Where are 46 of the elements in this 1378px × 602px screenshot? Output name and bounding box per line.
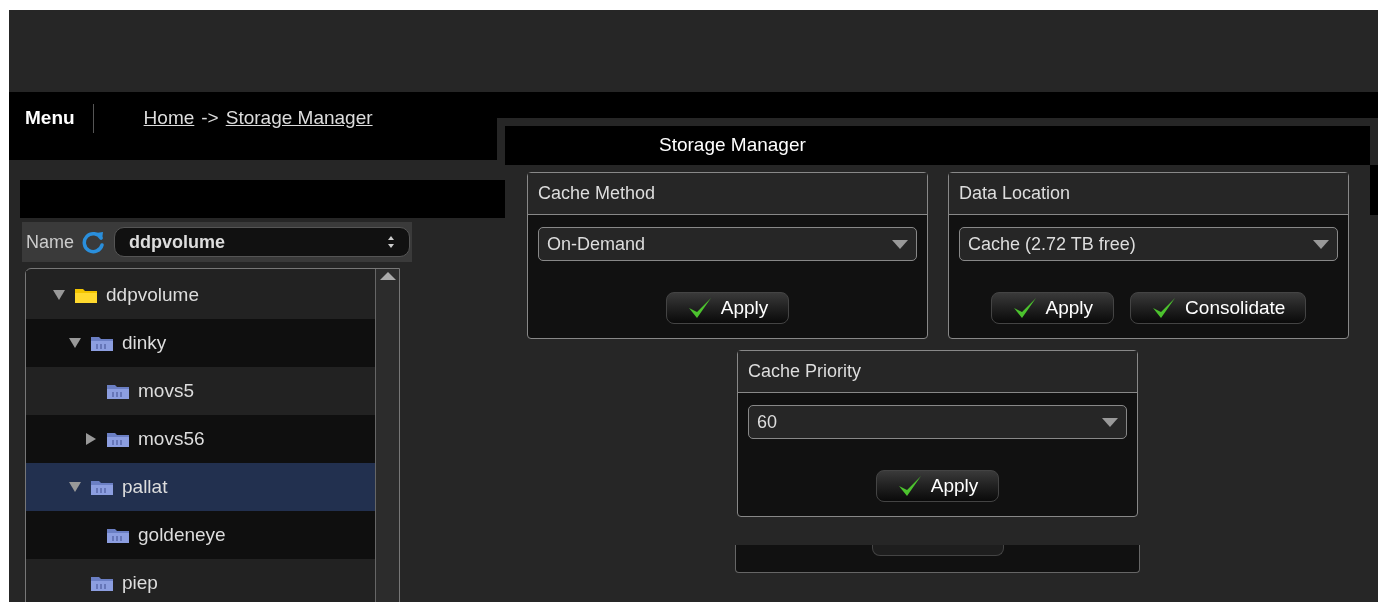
name-label: Name [26,230,74,254]
stepper-icon [387,235,395,249]
breadcrumb-separator: -> [201,106,219,130]
breadcrumb-link[interactable]: Home [143,104,195,133]
page-title: Storage Manager [659,133,806,158]
apply-button[interactable]: Apply [990,292,1115,324]
apply-button[interactable]: Apply [665,292,790,324]
breadcrumb-link[interactable]: Storage Manager [225,104,373,133]
network-folder-icon [90,574,114,592]
tree-row[interactable]: dinky [26,319,375,367]
dropdown[interactable]: 60 [748,405,1127,439]
tree-item-label: piep [122,570,158,595]
tree-item-label: movs5 [138,378,194,403]
tree-item-label: pallat [122,474,168,499]
expanded-arrow-icon[interactable] [52,289,66,301]
panel-title: Data Location [959,182,1071,205]
apply-button[interactable]: Consolidate [1130,292,1307,324]
network-folder-icon [106,430,130,448]
dropdown[interactable]: On-Demand [538,227,917,261]
expanded-arrow-icon[interactable] [68,337,82,349]
tree-item-label: ddpvolume [106,282,199,307]
dropdown-arrow-icon [1313,239,1329,249]
volume-dropdown[interactable]: ddpvolume [114,227,410,257]
tree-item-label: movs56 [138,426,205,451]
network-folder-icon [90,334,114,352]
network-folder-icon [106,526,130,544]
network-folder-icon [106,382,130,400]
tree-item-label: dinky [122,330,167,355]
bar-fragment [1370,165,1378,215]
dropdown-arrow-icon [1102,417,1118,427]
panel-title: Cache Priority [748,360,862,383]
expanded-arrow-icon[interactable] [68,481,82,493]
tree-row[interactable]: movs56 [26,415,375,463]
tree-row[interactable]: pallat [26,463,375,511]
panel-title: Cache Method [538,182,656,205]
folder-icon [74,286,98,304]
dropdown[interactable]: Cache (2.72 TB free) [959,227,1338,261]
scrollbar[interactable] [375,269,399,602]
network-folder-icon [90,478,114,496]
collapsed-arrow-icon[interactable] [84,432,98,446]
dropdown-arrow-icon [892,239,908,249]
tree-row[interactable]: goldeneye [26,511,375,559]
menu-button[interactable]: Menu [25,104,94,133]
tree-item-label: goldeneye [138,522,226,547]
apply-button[interactable]: Apply [875,470,1000,502]
refresh-icon[interactable] [82,230,106,254]
